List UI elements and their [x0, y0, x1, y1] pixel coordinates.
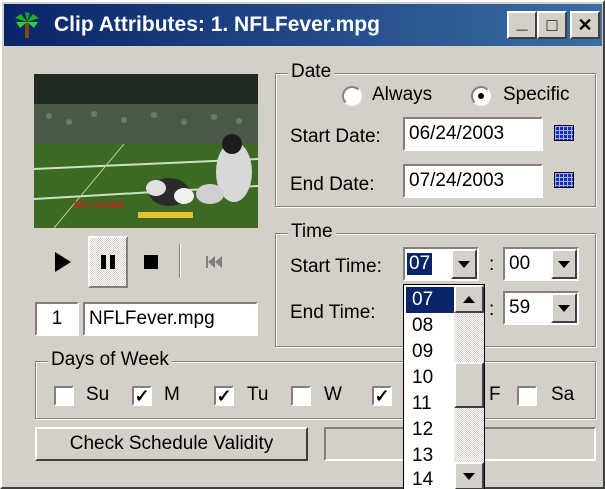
calendar-icon [554, 172, 574, 188]
chevron-up-icon [463, 295, 475, 303]
close-button[interactable]: ✕ [570, 11, 600, 39]
end-date-field[interactable]: 07/24/2003 [403, 164, 543, 198]
day-label-tu[interactable]: Tu [247, 384, 268, 406]
stop-button[interactable] [132, 236, 170, 288]
always-label[interactable]: Always [372, 84, 432, 106]
football-video-frame: NFL FEVER [34, 74, 258, 228]
start-time-separator: : [489, 254, 495, 275]
rewind-button[interactable] [195, 236, 233, 288]
day-label-w[interactable]: W [324, 384, 342, 406]
start-hour-dropdown-button[interactable] [451, 249, 477, 279]
stop-icon [144, 255, 158, 269]
scroll-down-button[interactable] [454, 462, 484, 489]
day-label-su[interactable]: Su [86, 384, 109, 406]
day-label-m[interactable]: M [164, 384, 180, 406]
list-item[interactable]: 11 [406, 391, 454, 417]
play-icon [55, 252, 71, 272]
radio-selected-dot [478, 93, 484, 99]
day-label-sa[interactable]: Sa [551, 384, 574, 406]
end-date-calendar-button[interactable] [549, 165, 579, 195]
day-label-f[interactable]: F [489, 384, 501, 406]
video-overlay-text: NFL FEVER [74, 200, 124, 210]
day-checkbox-sa[interactable] [517, 386, 537, 406]
list-item[interactable]: 13 [406, 443, 454, 469]
minimize-icon: _ [516, 11, 528, 33]
list-item[interactable]: 08 [406, 313, 454, 339]
video-preview[interactable]: NFL FEVER [34, 74, 258, 228]
close-icon: ✕ [577, 15, 593, 35]
start-time-label: Start Time: [290, 256, 382, 277]
clip-number-field[interactable]: 1 [35, 302, 79, 336]
time-group-label: Time [288, 221, 336, 243]
list-item[interactable]: 10 [406, 365, 454, 391]
start-date-calendar-button[interactable] [549, 118, 579, 148]
maximize-icon: □ [546, 15, 558, 35]
controls-divider [179, 244, 181, 278]
chevron-down-icon [458, 260, 470, 268]
day-checkbox-th[interactable]: ✓ [372, 386, 392, 406]
date-group-label: Date [288, 61, 335, 83]
end-minute-dropdown-button[interactable] [551, 293, 577, 323]
check-schedule-validity-button[interactable]: Check Schedule Validity [35, 427, 308, 461]
window-title: Clip Attributes: 1. NFLFever.mpg [54, 13, 380, 36]
end-time-separator: : [489, 299, 495, 320]
pause-icon [101, 255, 115, 269]
chevron-down-icon [558, 304, 570, 312]
start-hour-dropdown-list[interactable]: 07 08 09 10 11 12 13 14 [403, 284, 485, 489]
specific-label[interactable]: Specific [503, 84, 570, 106]
day-checkbox-m[interactable]: ✓ [132, 386, 152, 406]
pause-button[interactable] [88, 236, 128, 288]
list-item[interactable]: 09 [406, 339, 454, 365]
minimize-button[interactable]: _ [507, 11, 537, 39]
always-radio[interactable] [342, 86, 362, 106]
chevron-down-icon [558, 260, 570, 268]
list-item[interactable]: 07 [406, 287, 454, 313]
day-checkbox-tu[interactable]: ✓ [214, 386, 234, 406]
list-item[interactable]: 12 [406, 417, 454, 443]
end-date-label: End Date: [290, 174, 375, 195]
specific-radio[interactable] [471, 86, 491, 106]
day-checkbox-w[interactable] [291, 386, 311, 406]
skip-back-icon [206, 256, 222, 268]
start-date-field[interactable]: 06/24/2003 [403, 117, 543, 151]
day-checkbox-su[interactable] [54, 386, 74, 406]
calendar-icon [554, 125, 574, 141]
clip-name-field[interactable]: NFLFever.mpg [83, 302, 258, 336]
clip-attributes-window: Clip Attributes: 1. NFLFever.mpg _ □ ✕ N… [0, 0, 605, 489]
days-group-label: Days of Week [48, 349, 172, 371]
palm-tree-icon [12, 10, 42, 40]
days-of-week-group: Days of Week [35, 349, 596, 419]
end-time-label: End Time: [290, 302, 376, 323]
start-hour-value: 07 [407, 253, 433, 275]
dropdown-scrollbar[interactable] [454, 285, 484, 489]
chevron-down-icon [463, 472, 475, 480]
start-minute-dropdown-button[interactable] [551, 249, 577, 279]
play-button[interactable] [44, 236, 82, 288]
list-item[interactable]: 14 [406, 467, 454, 489]
scroll-up-button[interactable] [454, 285, 484, 313]
title-bar[interactable]: Clip Attributes: 1. NFLFever.mpg _ □ ✕ [4, 4, 602, 46]
maximize-button[interactable]: □ [537, 11, 567, 39]
start-date-label: Start Date: [290, 126, 381, 147]
scroll-thumb[interactable] [454, 362, 484, 408]
